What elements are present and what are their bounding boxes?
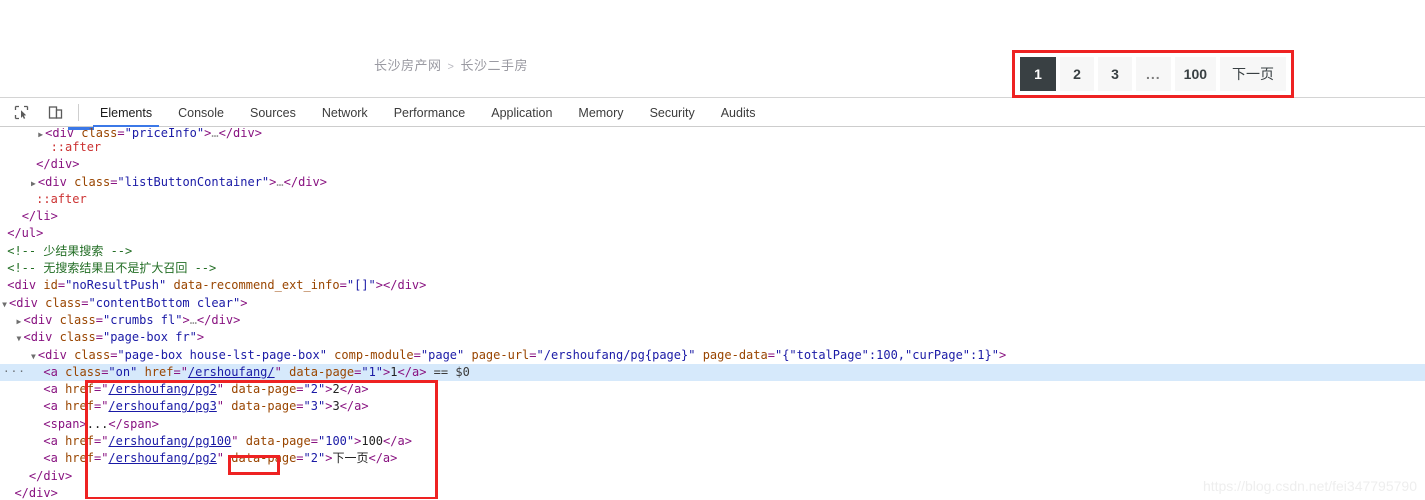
tab-application[interactable]: Application bbox=[478, 99, 565, 127]
tab-memory[interactable]: Memory bbox=[565, 99, 636, 127]
dom-tree-view[interactable]: ▶ <div class="priceInfo">…</div> ::after … bbox=[0, 127, 1425, 499]
code-line[interactable]: ::after bbox=[0, 139, 1425, 156]
collapse-triangle-icon[interactable]: ▼ bbox=[29, 348, 38, 365]
code-line[interactable]: <a href="/ershoufang/pg2" data-page="2">… bbox=[0, 450, 1425, 467]
code-line[interactable]: <!-- 无搜索结果且不是扩大召回 --> bbox=[0, 260, 1425, 277]
devtools-panel: Elements Console Sources Network Perform… bbox=[0, 99, 1425, 500]
more-options-icon[interactable]: ··· bbox=[3, 366, 25, 378]
code-line[interactable]: </ul> bbox=[0, 225, 1425, 242]
code-line[interactable]: </div> bbox=[0, 156, 1425, 173]
screenshot-root: 长沙房产网 > 长沙二手房 1 2 3 ... 100 下一页 Elements… bbox=[0, 0, 1425, 500]
inspect-element-icon[interactable] bbox=[8, 102, 34, 124]
pagination-ellipsis: ... bbox=[1136, 57, 1171, 91]
tab-audits[interactable]: Audits bbox=[708, 99, 769, 127]
pagination-item-1[interactable]: 1 bbox=[1020, 57, 1056, 91]
collapse-triangle-icon[interactable]: ▼ bbox=[0, 296, 9, 313]
devtools-tab-bar: Elements Console Sources Network Perform… bbox=[87, 99, 768, 127]
expand-triangle-icon[interactable]: ▶ bbox=[36, 129, 45, 139]
pagination-highlight-box: 1 2 3 ... 100 下一页 bbox=[1012, 50, 1295, 98]
code-line[interactable]: ▶ <div class="listButtonContainer">…</div… bbox=[0, 174, 1425, 191]
toolbar-divider bbox=[78, 104, 79, 121]
tab-sources[interactable]: Sources bbox=[237, 99, 309, 127]
pagination-item-3[interactable]: 3 bbox=[1098, 57, 1132, 91]
code-line[interactable]: </li> bbox=[0, 208, 1425, 225]
device-toolbar-icon[interactable] bbox=[42, 102, 68, 124]
pagination-item-2[interactable]: 2 bbox=[1060, 57, 1094, 91]
watermark: https://blog.csdn.net/fei347795790 bbox=[1202, 478, 1417, 494]
code-line[interactable]: ▼ <div class="contentBottom clear"> bbox=[0, 295, 1425, 312]
code-line[interactable]: ▼ <div class="page-box house-lst-page-box… bbox=[0, 347, 1425, 364]
tab-security[interactable]: Security bbox=[637, 99, 708, 127]
tab-network[interactable]: Network bbox=[309, 99, 381, 127]
code-line[interactable]: <a href="/ershoufang/pg100" data-page="1… bbox=[0, 433, 1425, 450]
web-page-area: 长沙房产网 > 长沙二手房 1 2 3 ... 100 下一页 bbox=[0, 0, 1425, 98]
tab-elements[interactable]: Elements bbox=[87, 99, 165, 127]
breadcrumb-current: 长沙二手房 bbox=[460, 58, 528, 73]
code-line[interactable]: ▶ <div class="priceInfo">…</div> bbox=[0, 128, 1425, 139]
code-line[interactable]: <div id="noResultPush" data-recommend_ex… bbox=[0, 277, 1425, 294]
tab-performance[interactable]: Performance bbox=[381, 99, 479, 127]
pagination-item-100[interactable]: 100 bbox=[1174, 57, 1217, 91]
code-line[interactable]: ▼ <div class="page-box fr"> bbox=[0, 329, 1425, 346]
tab-console[interactable]: Console bbox=[165, 99, 237, 127]
devtools-toolbar: Elements Console Sources Network Perform… bbox=[0, 99, 1425, 127]
code-line[interactable]: <a href="/ershoufang/pg2" data-page="2">… bbox=[0, 381, 1425, 398]
code-line[interactable]: <a href="/ershoufang/pg3" data-page="3">… bbox=[0, 398, 1425, 415]
code-line[interactable]: <!-- 少结果搜索 --> bbox=[0, 243, 1425, 260]
breadcrumb-separator: > bbox=[447, 61, 455, 73]
pagination-next-page-button[interactable]: 下一页 bbox=[1220, 57, 1287, 91]
highlighted-href-fragment[interactable]: /pg100 bbox=[188, 434, 231, 448]
expand-triangle-icon[interactable]: ▶ bbox=[29, 175, 38, 192]
code-line[interactable]: ::after bbox=[0, 191, 1425, 208]
breadcrumb: 长沙房产网 > 长沙二手房 bbox=[374, 55, 528, 74]
code-line-selected[interactable]: ··· <a class="on" href="/ershoufang/" da… bbox=[0, 363, 1425, 382]
code-line[interactable]: <span>...</span> bbox=[0, 416, 1425, 433]
code-line[interactable]: ▶ <div class="crumbs fl">…</div> bbox=[0, 312, 1425, 329]
breadcrumb-root[interactable]: 长沙房产网 bbox=[374, 58, 442, 73]
